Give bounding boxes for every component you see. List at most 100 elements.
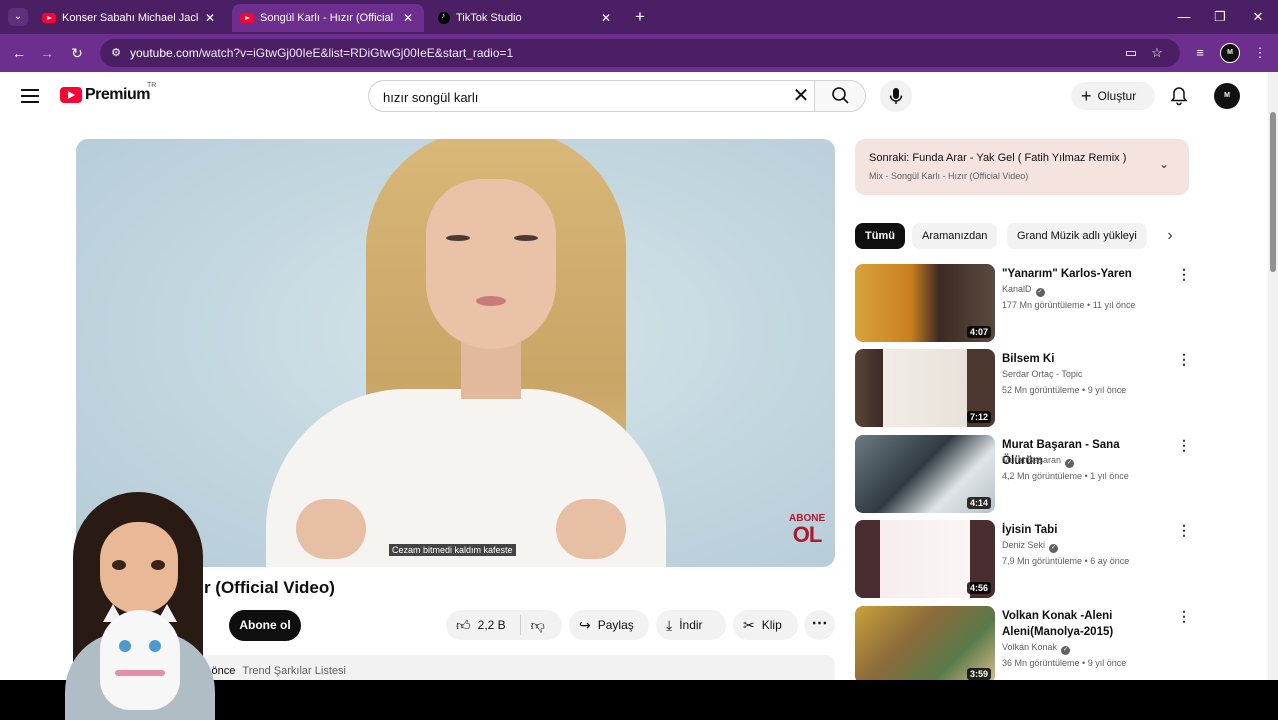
scrollbar-thumb[interactable] — [1270, 112, 1276, 272]
recommendation-title[interactable]: İyisin Tabi — [1002, 522, 1162, 538]
site-info-icon[interactable]: ⚙ — [108, 45, 124, 61]
clear-search-icon[interactable]: ✕ — [791, 86, 811, 106]
recommendation-channel[interactable]: Deniz Seki ✓ — [1002, 540, 1059, 553]
clip-button[interactable]: ✂ Klip — [733, 610, 798, 640]
chip-from-search[interactable]: Aramanızdan — [912, 223, 998, 249]
recommendation-channel[interactable]: Volkan Konak ✓ — [1002, 642, 1071, 655]
verified-check-icon: ✓ — [1065, 459, 1075, 468]
recommendation-meta: 177 Mn görüntüleme • 11 yıl önce — [1002, 300, 1136, 310]
create-button[interactable]: + Oluştur — [1071, 82, 1155, 110]
cat-eye — [119, 640, 131, 652]
cast-icon[interactable]: ▭ — [1122, 44, 1140, 62]
recommendation-item[interactable]: 4:56 İyisin Tabi Deniz Seki ✓ 7,9 Mn görü… — [855, 520, 1191, 600]
recommendation-item[interactable]: 4:14 Murat Başaran - Sana Ölürüm Murat B… — [855, 435, 1191, 515]
subscribe-button[interactable]: Abone ol — [229, 610, 301, 641]
chevron-down-icon[interactable]: ⌄ — [1159, 157, 1169, 171]
more-options-icon[interactable]: ⋮ — [1177, 266, 1191, 283]
more-options-icon[interactable]: ⋮ — [1177, 351, 1191, 368]
menu-icon[interactable] — [21, 89, 39, 103]
recommendation-item[interactable]: 7:12 Bilsem Ki Serdar Ortaç - Topic 52 M… — [855, 349, 1191, 429]
video-subtitle: Cezam bitmedi kaldım kafeste — [389, 544, 516, 556]
profile-avatar-icon[interactable]: M — [1220, 43, 1240, 63]
recommendation-channel[interactable]: Murat Başaran ✓ — [1002, 455, 1075, 468]
recommendation-item[interactable]: 3:59 Volkan Konak -Aleni Aleni(Manolya-2… — [855, 606, 1191, 680]
close-icon[interactable]: ✕ — [202, 11, 218, 25]
notifications-bell-icon[interactable] — [1168, 85, 1190, 107]
logo-text: Premium — [85, 86, 150, 103]
close-icon[interactable]: ✕ — [400, 11, 416, 25]
description-tag[interactable]: Trend Şarkılar Listesi — [242, 665, 346, 677]
tab-michael-jackson[interactable]: Konser Sabahı Michael Jackson ✕ — [34, 4, 226, 32]
close-icon[interactable]: ✕ — [598, 11, 614, 25]
browser-menu-icon[interactable]: ⋮ — [1250, 43, 1270, 63]
tab-title: TikTok Studio — [456, 12, 522, 24]
recommendation-channel[interactable]: Serdar Ortaç - Topic — [1002, 369, 1082, 379]
voice-search-button[interactable] — [880, 80, 912, 112]
video-thumbnail[interactable]: 7:12 — [855, 349, 995, 427]
video-frame-eye — [446, 235, 470, 241]
minimize-button[interactable]: — — [1172, 6, 1196, 28]
chip-all[interactable]: Tümü — [855, 223, 905, 249]
bookmark-star-icon[interactable]: ☆ — [1148, 44, 1166, 62]
cartoon-avatar-overlay — [55, 492, 225, 720]
dislike-thumb-icon[interactable]: 👎︎ — [531, 617, 545, 634]
more-actions-button[interactable]: ⋯ — [804, 610, 835, 640]
like-count[interactable]: 2,2 B — [478, 618, 506, 632]
page-scrollbar[interactable] — [1268, 72, 1278, 680]
recommendation-channel[interactable]: KanalD ✓ — [1002, 284, 1045, 297]
more-options-icon[interactable]: ⋮ — [1177, 522, 1191, 539]
plus-icon: + — [1081, 86, 1092, 106]
video-thumbnail[interactable]: 4:56 — [855, 520, 995, 598]
recommendation-item[interactable]: 4:07 "Yanarım" Karlos-Yaren KanalD ✓ 177 … — [855, 264, 1191, 344]
chevron-right-icon[interactable]: › — [1160, 223, 1180, 249]
recommendation-title[interactable]: Bilsem Ki — [1002, 351, 1162, 367]
address-bar[interactable]: ⚙ youtube.com/watch?v=iGtwGj00IeE&list=R… — [100, 39, 1180, 67]
description-box[interactable]: l önce Trend Şarkılar Listesi — [186, 655, 835, 680]
account-avatar[interactable]: M — [1214, 83, 1240, 109]
recommendation-title[interactable]: "Yanarım" Karlos-Yaren — [1002, 266, 1162, 282]
recommendation-meta: 7,9 Mn görüntüleme • 6 ay önce — [1002, 556, 1130, 566]
video-duration: 4:07 — [966, 326, 991, 338]
avatar-eye — [112, 560, 126, 570]
logo-region: TR — [147, 82, 157, 89]
microphone-icon — [889, 88, 903, 104]
chip-uploader[interactable]: Grand Müzik adlı yükleyi — [1007, 223, 1147, 249]
reload-icon[interactable]: ↻ — [66, 42, 88, 64]
more-options-icon[interactable]: ⋮ — [1177, 608, 1191, 625]
download-label: İndir — [679, 618, 703, 632]
video-frame-lips — [476, 296, 506, 306]
reading-list-icon[interactable]: ≡ — [1190, 43, 1210, 63]
avatar-eye — [151, 560, 165, 570]
up-next-panel[interactable]: Sonraki: Funda Arar - Yak Gel ( Fatih Yı… — [855, 139, 1189, 195]
search-input[interactable] — [383, 87, 773, 107]
share-arrow-icon: ↪ — [579, 616, 591, 633]
back-arrow-icon[interactable]: ← — [8, 42, 30, 64]
url-text[interactable]: youtube.com/watch?v=iGtwGj00IeE&list=RDi… — [130, 46, 513, 60]
more-options-icon[interactable]: ⋮ — [1177, 437, 1191, 454]
download-button[interactable]: ⤓ İndir — [656, 610, 726, 640]
recommendation-meta: 4,2 Mn görüntüleme • 1 yıl önce — [1002, 471, 1129, 481]
verified-check-icon: ✓ — [1061, 646, 1071, 655]
verified-check-icon: ✓ — [1049, 544, 1059, 553]
search-button[interactable] — [814, 80, 866, 112]
subscribe-watermark[interactable]: ABONE OL — [789, 514, 825, 546]
like-thumb-icon[interactable]: 👍︎ — [456, 617, 471, 634]
new-tab-button[interactable]: + — [630, 6, 650, 28]
video-thumbnail[interactable]: 4:14 — [855, 435, 995, 513]
youtube-premium-logo[interactable]: Premium TR — [60, 82, 156, 104]
search-icon — [832, 87, 849, 104]
video-frame-hand — [556, 499, 626, 559]
tab-songul-karli[interactable]: Songül Karlı - Hızır (Official Vid ✕ — [232, 4, 424, 32]
tab-tiktok-studio[interactable]: TikTok Studio ✕ — [430, 4, 622, 32]
share-button[interactable]: ↪ Paylaş — [569, 610, 649, 640]
restore-button[interactable]: ❐ — [1208, 6, 1232, 28]
video-thumbnail[interactable]: 4:07 — [855, 264, 995, 342]
tab-search-button[interactable]: ⌄ — [8, 8, 28, 26]
browser-toolbar: ← → ↻ ⚙ youtube.com/watch?v=iGtwGj00IeE&… — [0, 34, 1278, 72]
like-divider — [519, 615, 521, 635]
forward-arrow-icon[interactable]: → — [36, 42, 58, 64]
window-close-button[interactable]: ✕ — [1246, 6, 1270, 28]
video-frame-hand — [296, 499, 366, 559]
video-thumbnail[interactable]: 3:59 — [855, 606, 995, 680]
recommendation-title[interactable]: Volkan Konak -Aleni Aleni(Manolya-2015) — [1002, 608, 1162, 640]
